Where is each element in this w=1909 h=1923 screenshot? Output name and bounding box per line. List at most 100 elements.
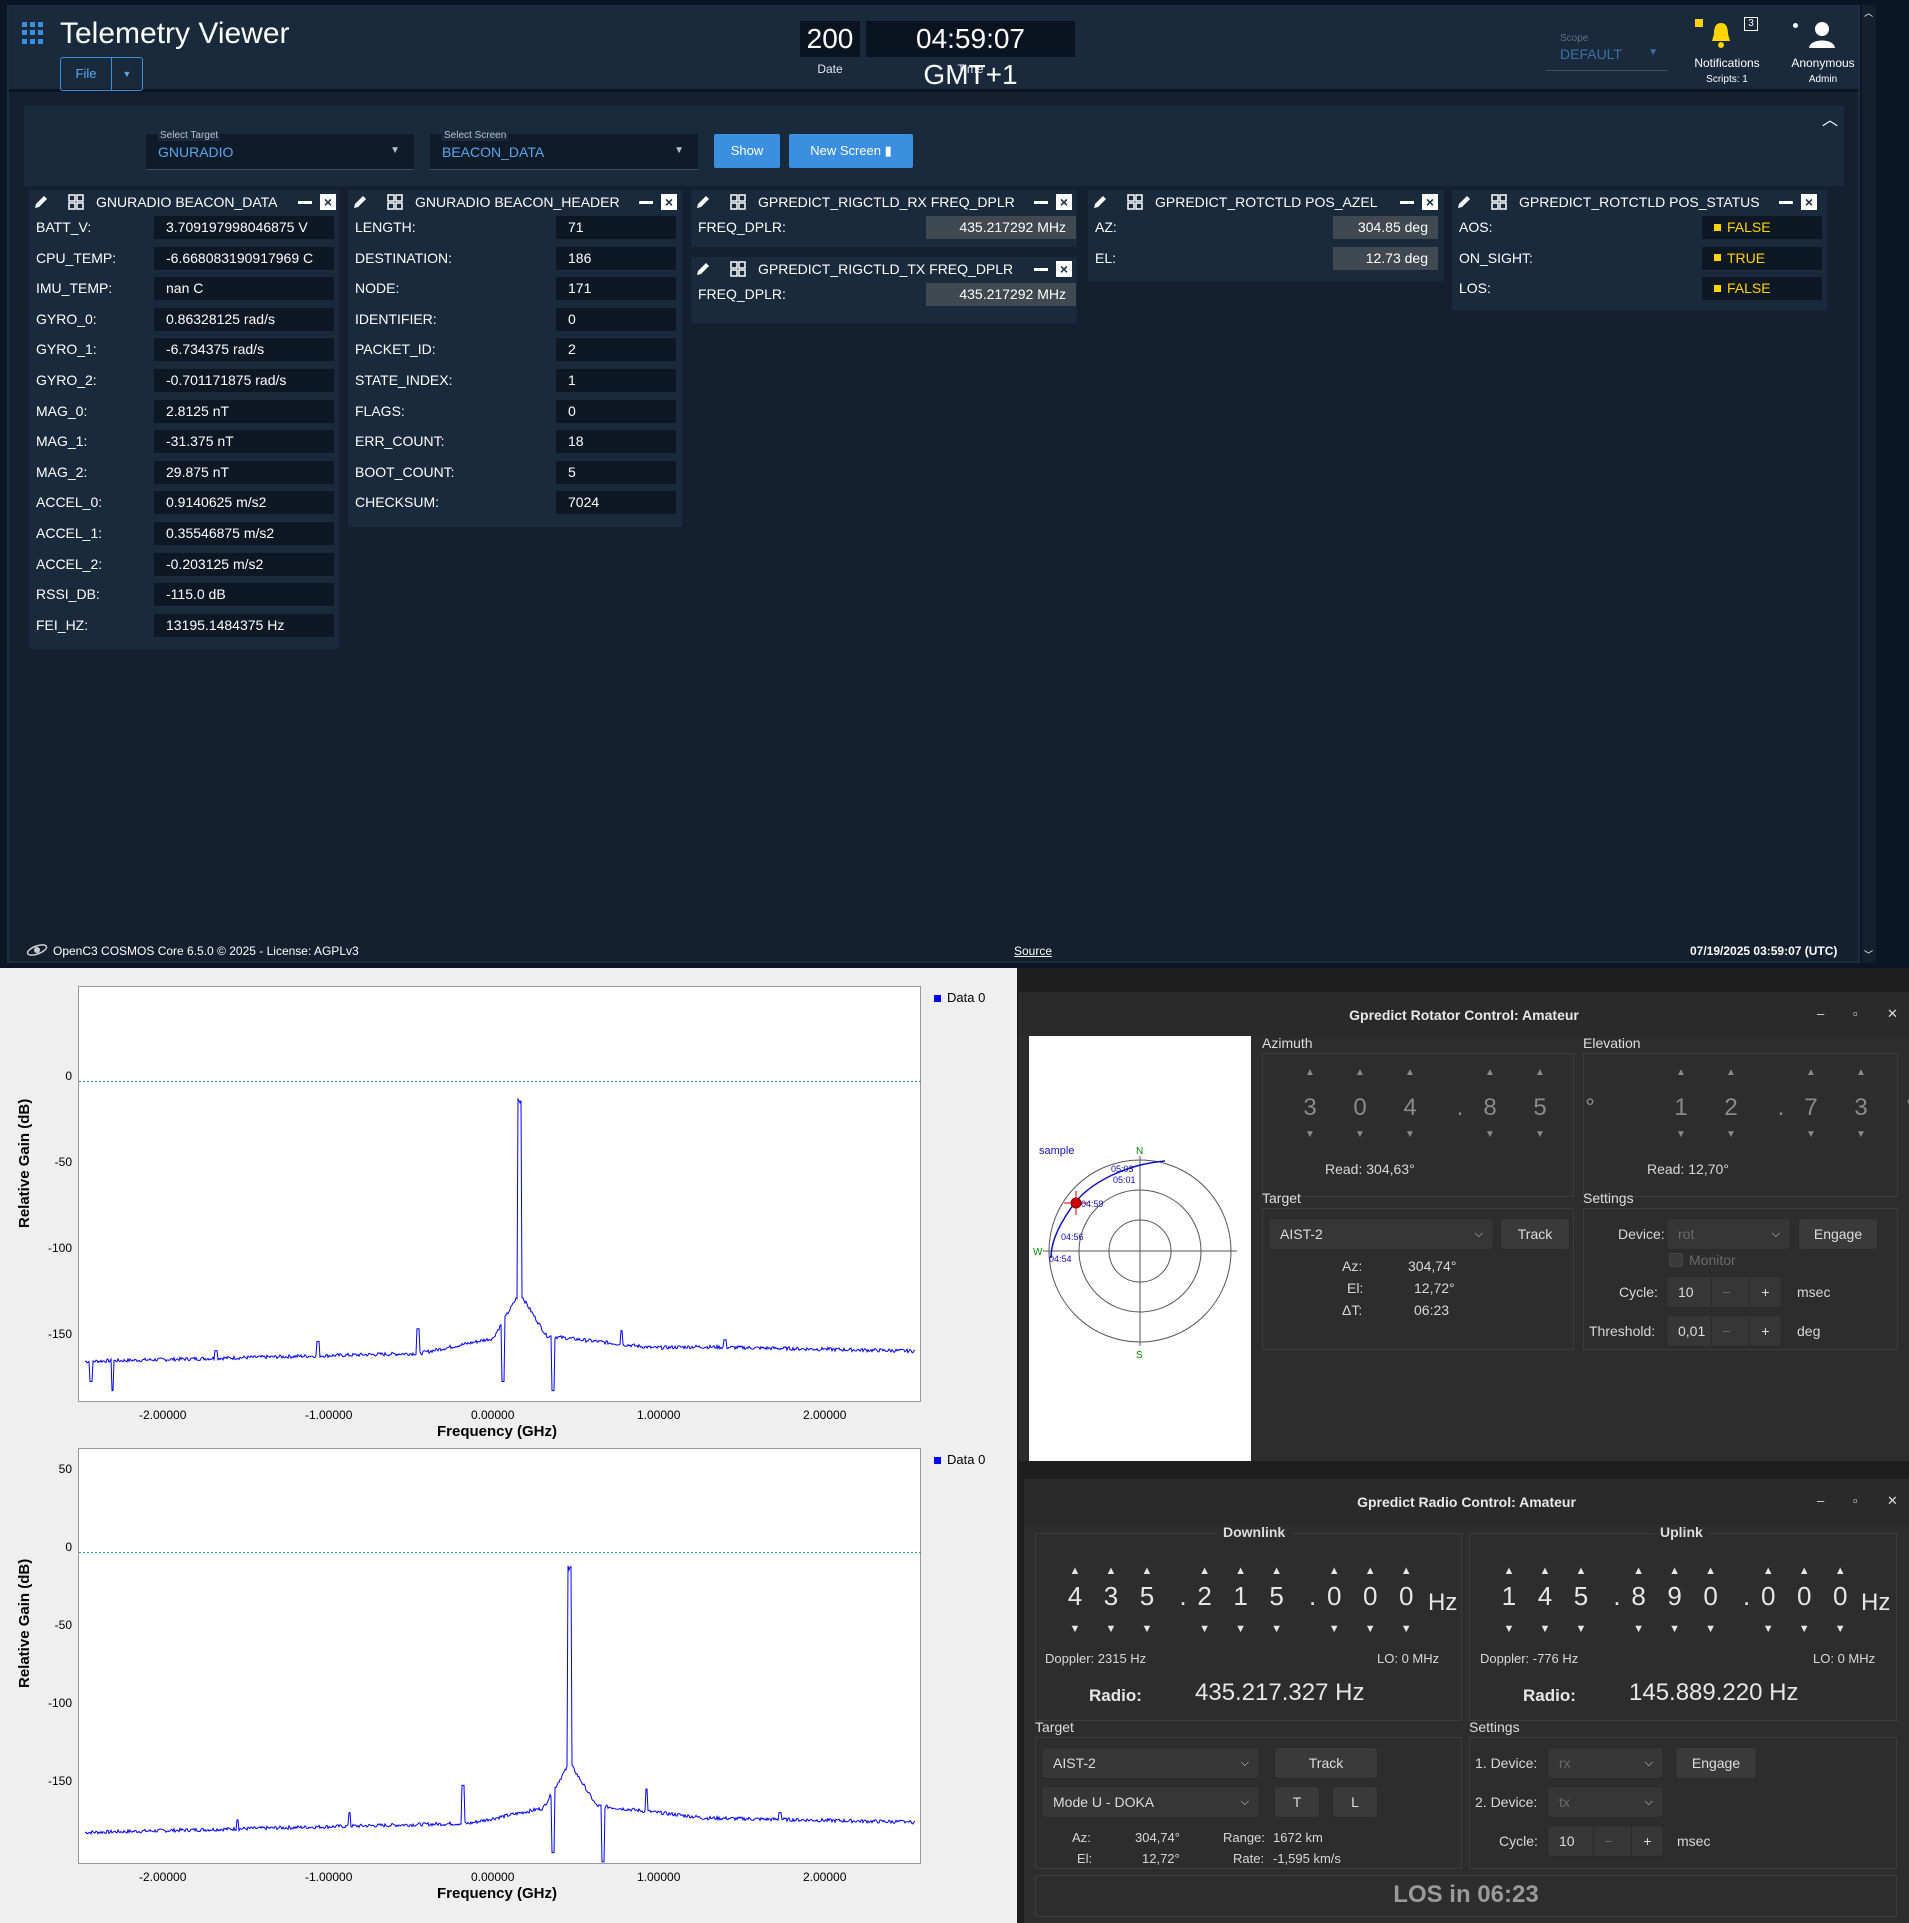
target-combo[interactable]: AIST-2 ⌵ — [1041, 1747, 1260, 1779]
close-window-icon[interactable]: ✕ — [1887, 1493, 1898, 1509]
scope-select[interactable]: Scope DEFAULT ▼ — [1546, 33, 1668, 71]
chevron-down-icon[interactable]: ⌵ — [1241, 1787, 1249, 1817]
cycle-value[interactable]: 10 — [1559, 1833, 1575, 1849]
frequency-plot-1[interactable] — [78, 986, 922, 1402]
decrement-arrow-icon[interactable]: ▼ — [1265, 1623, 1289, 1635]
decrement-icon[interactable]: − — [1711, 1316, 1741, 1346]
increment-arrow-icon[interactable]: ▲ — [1533, 1565, 1557, 1577]
chevron-down-icon[interactable]: ▼ — [111, 58, 142, 90]
threshold-spinner[interactable]: 0,01− + — [1666, 1315, 1782, 1347]
mode-combo[interactable]: Mode U - DOKA ⌵ — [1041, 1786, 1260, 1818]
minimize-icon[interactable] — [1779, 201, 1793, 204]
cycle-value[interactable]: 10 — [1678, 1284, 1694, 1300]
minimize-window-icon[interactable]: – — [1817, 1006, 1824, 1021]
digit[interactable]: 0 — [1350, 1094, 1370, 1122]
decrement-arrow-icon[interactable]: ▼ — [1358, 1623, 1382, 1635]
digit[interactable]: . — [1735, 1581, 1759, 1612]
decrement-arrow-icon[interactable]: ▼ — [1400, 1129, 1420, 1140]
digit[interactable]: 0 — [1792, 1581, 1816, 1612]
select-screen-dropdown[interactable]: Select Screen BEACON_DATA ▼ — [430, 130, 698, 170]
close-icon[interactable]: × — [320, 194, 336, 210]
digit[interactable]: . — [1450, 1094, 1470, 1122]
digit[interactable]: 4 — [1400, 1094, 1420, 1122]
chevron-down-icon[interactable]: ⌵ — [1241, 1748, 1249, 1778]
digit[interactable]: ° — [1901, 1094, 1909, 1122]
decrement-arrow-icon[interactable]: ▼ — [1671, 1129, 1691, 1140]
close-icon[interactable]: × — [1801, 194, 1817, 210]
chevron-down-icon[interactable]: ⌵ — [1772, 1219, 1780, 1249]
chevron-down-icon[interactable]: ⌵ — [1645, 1787, 1653, 1817]
digit[interactable]: 4 — [1533, 1581, 1557, 1612]
device-combo[interactable]: rot ⌵ — [1666, 1218, 1791, 1250]
digit[interactable]: . — [1301, 1581, 1325, 1612]
digit[interactable]: 4 — [1063, 1581, 1087, 1612]
increment-arrow-icon[interactable]: ▲ — [1358, 1565, 1382, 1577]
digit[interactable]: 5 — [1530, 1094, 1550, 1122]
increment-arrow-icon[interactable]: ▲ — [1569, 1565, 1593, 1577]
digit[interactable]: 8 — [1627, 1581, 1651, 1612]
new-screen-button[interactable]: New Screen ▮ — [789, 134, 913, 168]
decrement-arrow-icon[interactable]: ▼ — [1533, 1623, 1557, 1635]
cycle-spinner[interactable]: 10 − + — [1547, 1825, 1664, 1857]
decrement-arrow-icon[interactable]: ▼ — [1627, 1623, 1651, 1635]
increment-arrow-icon[interactable]: ▲ — [1671, 1067, 1691, 1078]
decrement-arrow-icon[interactable]: ▼ — [1699, 1623, 1723, 1635]
decrement-arrow-icon[interactable]: ▼ — [1530, 1129, 1550, 1140]
collapse-icon[interactable]: ︿ — [1822, 106, 1838, 130]
chevron-down-icon[interactable]: ▼ — [390, 145, 400, 156]
scroll-down-icon[interactable]: ﹀ — [1864, 948, 1873, 961]
decrement-arrow-icon[interactable]: ▼ — [1394, 1623, 1418, 1635]
grid-icon[interactable] — [730, 194, 746, 210]
increment-arrow-icon[interactable]: ▲ — [1756, 1565, 1780, 1577]
show-button[interactable]: Show — [714, 134, 780, 168]
close-icon[interactable]: × — [1422, 194, 1438, 210]
decrement-icon[interactable]: − — [1593, 1826, 1623, 1856]
digit[interactable]: 0 — [1322, 1581, 1346, 1612]
digit[interactable]: 0 — [1394, 1581, 1418, 1612]
increment-arrow-icon[interactable]: ▲ — [1721, 1067, 1741, 1078]
select-target-value[interactable]: GNURADIO — [158, 144, 233, 160]
engage-button[interactable]: Engage — [1675, 1747, 1757, 1779]
decrement-arrow-icon[interactable]: ▼ — [1851, 1129, 1871, 1140]
minimize-window-icon[interactable]: – — [1817, 1493, 1824, 1508]
digit[interactable]: 0 — [1756, 1581, 1780, 1612]
edit-pencil-icon[interactable] — [352, 194, 368, 210]
minimize-icon[interactable] — [298, 201, 312, 204]
scope-value[interactable]: DEFAULT — [1560, 46, 1622, 62]
increment-arrow-icon[interactable]: ▲ — [1193, 1565, 1217, 1577]
digit[interactable]: 1 — [1497, 1581, 1521, 1612]
digit[interactable]: 2 — [1721, 1094, 1741, 1122]
decrement-arrow-icon[interactable]: ▼ — [1193, 1623, 1217, 1635]
target-value[interactable]: AIST-2 — [1053, 1755, 1096, 1771]
digit[interactable]: 1 — [1229, 1581, 1253, 1612]
decrement-arrow-icon[interactable]: ▼ — [1828, 1623, 1852, 1635]
file-button-label[interactable]: File — [61, 58, 111, 90]
device-value[interactable]: rot — [1678, 1226, 1694, 1242]
minimize-icon[interactable] — [639, 201, 653, 204]
digit[interactable]: 9 — [1663, 1581, 1687, 1612]
digit[interactable]: . — [1605, 1581, 1629, 1612]
decrement-arrow-icon[interactable]: ▼ — [1721, 1129, 1741, 1140]
increment-arrow-icon[interactable]: ▲ — [1229, 1565, 1253, 1577]
decrement-arrow-icon[interactable]: ▼ — [1300, 1129, 1320, 1140]
digit[interactable]: 7 — [1801, 1094, 1821, 1122]
close-window-icon[interactable]: ✕ — [1887, 1006, 1898, 1022]
notifications-label[interactable]: Notifications — [1687, 56, 1767, 70]
decrement-arrow-icon[interactable]: ▼ — [1792, 1623, 1816, 1635]
chevron-down-icon[interactable]: ▼ — [674, 145, 684, 156]
new-screen-label[interactable]: New Screen — [810, 143, 881, 158]
target-combo[interactable]: AIST-2 ⌵ — [1268, 1218, 1494, 1250]
chevron-down-icon[interactable]: ⌵ — [1475, 1219, 1483, 1249]
close-icon[interactable]: × — [1056, 194, 1072, 210]
grid-icon[interactable] — [387, 194, 403, 210]
grid-icon[interactable] — [730, 261, 746, 277]
increment-arrow-icon[interactable]: ▲ — [1099, 1565, 1123, 1577]
t-button[interactable]: T — [1274, 1786, 1320, 1818]
digit[interactable]: 0 — [1358, 1581, 1382, 1612]
increment-arrow-icon[interactable]: ▲ — [1792, 1565, 1816, 1577]
decrement-arrow-icon[interactable]: ▼ — [1322, 1623, 1346, 1635]
close-icon[interactable]: × — [1056, 261, 1072, 277]
scroll-up-icon[interactable]: ︿ — [1864, 6, 1873, 19]
increment-arrow-icon[interactable]: ▲ — [1480, 1067, 1500, 1078]
increment-icon[interactable]: + — [1749, 1277, 1781, 1307]
